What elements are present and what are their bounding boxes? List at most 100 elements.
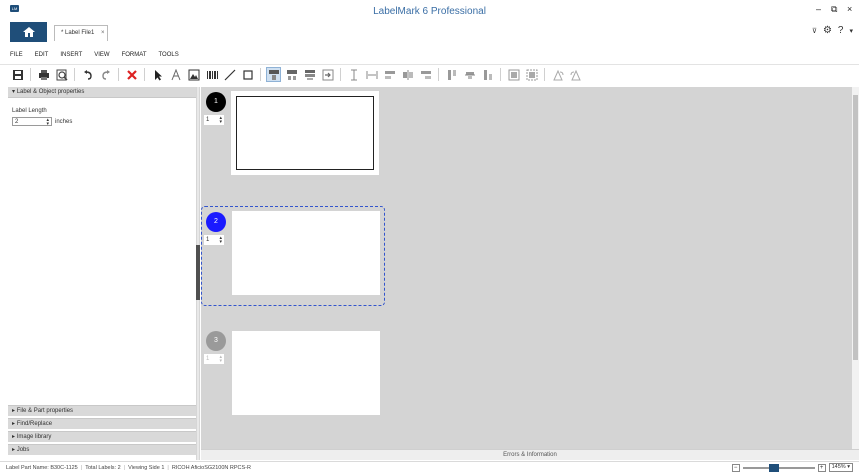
- label-3-number[interactable]: 3: [206, 331, 226, 351]
- undo-button[interactable]: [80, 67, 95, 82]
- menu-file[interactable]: FILE: [10, 48, 23, 62]
- distribute-horizontal-button[interactable]: [364, 67, 379, 82]
- right-tools: ⊽ ⚙ ? ▾: [812, 25, 853, 36]
- text-icon: [171, 68, 180, 80]
- zoom-level-value: 145%: [831, 464, 846, 470]
- close-window-button[interactable]: ×: [847, 4, 852, 14]
- spin-arrows-icon[interactable]: ▴ ▾: [219, 236, 222, 245]
- label-2-copies[interactable]: 1 ▴ ▾: [204, 235, 224, 245]
- label-canvas[interactable]: 1 1 ▴ ▾ 2 1 ▴ ▾ 3 1 ▴ ▾: [201, 87, 852, 449]
- minimize-button[interactable]: –: [816, 4, 821, 14]
- menu-insert[interactable]: INSERT: [60, 48, 82, 62]
- align-center-icon: [402, 69, 413, 80]
- restore-button[interactable]: ⧉: [831, 4, 837, 15]
- align-middle-button[interactable]: [462, 67, 477, 82]
- zoom-in-button[interactable]: +: [817, 463, 826, 472]
- scrollbar-thumb[interactable]: [853, 95, 858, 360]
- zoom-out-button[interactable]: −: [731, 463, 740, 472]
- spin-arrows-icon[interactable]: ▴ ▾: [46, 118, 49, 127]
- rotate-left-button[interactable]: [550, 67, 565, 82]
- menu-format[interactable]: FORMAT: [122, 48, 147, 62]
- menu-view[interactable]: VIEW: [94, 48, 109, 62]
- align-right-button[interactable]: [418, 67, 433, 82]
- label-3-card[interactable]: [232, 331, 380, 415]
- rotate-right-icon: [570, 69, 581, 80]
- label-2-card[interactable]: [232, 211, 380, 295]
- help-dropdown-icon[interactable]: ▾: [849, 27, 853, 35]
- print-preview-button[interactable]: [54, 67, 69, 82]
- rectangle-tool-button[interactable]: [240, 67, 255, 82]
- toolbar-separator: [118, 68, 119, 81]
- help-icon[interactable]: ?: [838, 25, 844, 36]
- undo-icon: [83, 69, 92, 80]
- file-part-properties-header[interactable]: ▸ File & Part properties: [8, 405, 196, 416]
- home-button[interactable]: [10, 22, 47, 42]
- zoom-slider[interactable]: [742, 463, 815, 472]
- label-length-value: 2: [15, 119, 19, 125]
- align-center-button[interactable]: [400, 67, 415, 82]
- toolbar-separator: [438, 68, 439, 81]
- rectangle-icon: [242, 69, 253, 80]
- menu-bar: FILE EDIT INSERT VIEW FORMAT TOOLS: [0, 48, 859, 62]
- close-tab-icon[interactable]: ×: [101, 30, 105, 36]
- align-left-button[interactable]: [382, 67, 397, 82]
- select-tool-button[interactable]: [150, 67, 165, 82]
- layout-single-button[interactable]: [266, 67, 281, 82]
- status-total-labels: Total Labels: 2: [85, 465, 121, 471]
- zoom-slider-thumb[interactable]: [768, 463, 779, 472]
- ungroup-button[interactable]: [524, 67, 539, 82]
- print-button[interactable]: [36, 67, 51, 82]
- barcode-tool-button[interactable]: [204, 67, 219, 82]
- tab-label-file1[interactable]: * Label File1 ×: [54, 25, 108, 41]
- jobs-header[interactable]: ▸ Jobs: [8, 444, 196, 455]
- gear-icon[interactable]: ⚙: [823, 25, 832, 36]
- status-part-name: Label Part Name: B30C-1125: [6, 465, 78, 471]
- label-length-row: 2 ▴ ▾ inches: [12, 117, 192, 127]
- pin-icon[interactable]: ⊽: [812, 27, 817, 35]
- label-object-properties-header[interactable]: ▾ Label & Object properties: [8, 87, 196, 98]
- toolbar-separator: [340, 68, 341, 81]
- redo-icon: [101, 69, 110, 80]
- spin-arrows-icon[interactable]: ▴ ▾: [219, 355, 222, 364]
- save-button[interactable]: [10, 67, 25, 82]
- splitter-grip[interactable]: [196, 245, 200, 300]
- toolbar-separator: [544, 68, 545, 81]
- menu-edit[interactable]: EDIT: [35, 48, 49, 62]
- spin-arrows-icon[interactable]: ▴ ▾: [219, 116, 222, 125]
- align-bottom-button[interactable]: [480, 67, 495, 82]
- errors-information-bar[interactable]: Errors & Information: [201, 449, 859, 460]
- label-2-number[interactable]: 2: [206, 212, 226, 232]
- align-bottom-icon: [483, 69, 492, 80]
- menu-tools[interactable]: TOOLS: [158, 48, 178, 62]
- canvas-vertical-scrollbar[interactable]: [852, 87, 859, 449]
- distribute-horizontal-icon: [366, 70, 377, 79]
- layout-stack-button[interactable]: [302, 67, 317, 82]
- label-1-number[interactable]: 1: [206, 92, 226, 112]
- app-title: LabelMark 6 Professional: [373, 6, 486, 17]
- label-length-stepper[interactable]: 2 ▴ ▾: [12, 117, 52, 127]
- redo-button[interactable]: [98, 67, 113, 82]
- find-replace-header[interactable]: ▸ Find/Replace: [8, 418, 196, 429]
- rotate-right-button[interactable]: [568, 67, 583, 82]
- label-1-frame[interactable]: [236, 96, 374, 170]
- section-title: Label & Object properties: [16, 89, 85, 95]
- section-title: Jobs: [16, 447, 30, 453]
- zoom-level-dropdown[interactable]: 145% ▾: [828, 463, 853, 472]
- print-preview-icon: [56, 69, 68, 81]
- section-title: Find/Replace: [16, 421, 53, 427]
- label-1-copies[interactable]: 1 ▴ ▾: [204, 115, 224, 125]
- group-button[interactable]: [506, 67, 521, 82]
- label-1-card[interactable]: [231, 91, 379, 175]
- layout-double-button[interactable]: [284, 67, 299, 82]
- text-align-button[interactable]: [346, 67, 361, 82]
- label-3-copies[interactable]: 1 ▴ ▾: [204, 354, 224, 364]
- image-library-header[interactable]: ▸ Image library: [8, 431, 196, 442]
- line-tool-button[interactable]: [222, 67, 237, 82]
- image-tool-button[interactable]: [186, 67, 201, 82]
- properties-body: Label Length 2 ▴ ▾ inches: [8, 98, 196, 405]
- text-tool-button[interactable]: [168, 67, 183, 82]
- delete-button[interactable]: [124, 67, 139, 82]
- section-title: File & Part properties: [16, 408, 74, 414]
- align-top-button[interactable]: [444, 67, 459, 82]
- import-layout-button[interactable]: [320, 67, 335, 82]
